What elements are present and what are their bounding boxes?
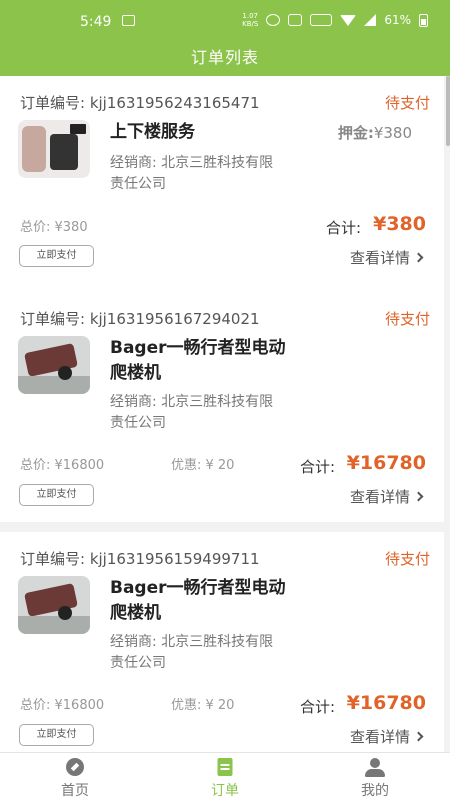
pay-now-button[interactable]: 立即支付	[19, 724, 94, 746]
dealer-line: 责任公司	[110, 176, 166, 192]
battery-percent: 61%	[384, 13, 411, 27]
product-name-line: Bager一畅行者型电动	[110, 578, 286, 598]
discount: 优惠: ¥ 20	[171, 458, 235, 473]
net-speed-value: 1.07	[242, 12, 259, 20]
user-icon	[365, 758, 385, 778]
status-icons: 1.07 KB/S 61%	[242, 12, 428, 28]
scrollbar[interactable]	[446, 76, 450, 146]
app-header: 5:49 1.07 KB/S 61% 订单列表	[0, 0, 450, 76]
dealer-line: 经销商: 北京三胜科技有限	[110, 394, 274, 410]
order-number: 订单编号: kjj1631956243165471	[20, 94, 260, 112]
nfc-icon	[288, 14, 303, 26]
dealer-line: 经销商: 北京三胜科技有限	[110, 155, 274, 171]
hd-icon	[310, 14, 333, 26]
product-name-line: Bager一畅行者型电动	[110, 338, 286, 358]
sum-label: 合计:	[300, 458, 336, 476]
view-details-label: 查看详情	[349, 488, 410, 506]
product-name: 上下楼服务	[110, 122, 195, 142]
sum-value: ¥16780	[346, 452, 426, 474]
order-card[interactable]: 订单编号: kjj1631956159499711 待支付 Bager一畅行者型…	[0, 532, 444, 752]
product-thumbnail[interactable]	[18, 336, 90, 394]
view-details-link[interactable]: 查看详情	[349, 247, 424, 268]
view-details-label: 查看详情	[349, 249, 410, 267]
sum-label: 合计:	[326, 219, 362, 237]
tab-home-label: 首页	[61, 783, 89, 799]
sum-label: 合计:	[300, 698, 336, 716]
tab-mine[interactable]: 我的	[300, 753, 450, 800]
pay-now-button[interactable]: 立即支付	[19, 245, 94, 267]
view-details-label: 查看详情	[349, 728, 410, 746]
dealer: 经销商: 北京三胜科技有限 责任公司	[110, 392, 330, 434]
dealer-line: 责任公司	[110, 655, 166, 671]
sum-value: ¥16780	[346, 692, 426, 714]
discount: 优惠: ¥ 20	[171, 698, 235, 713]
deposit-value: ¥380	[373, 124, 412, 142]
total-price: 总价: ¥16800	[20, 698, 105, 713]
alarm-icon	[266, 14, 281, 26]
tab-orders-label: 订单	[211, 783, 239, 799]
pay-now-button[interactable]: 立即支付	[19, 484, 94, 506]
order-card[interactable]: 订单编号: kjj1631956167294021 待支付 Bager一畅行者型…	[0, 292, 444, 522]
dealer-line: 责任公司	[110, 415, 166, 431]
order-list[interactable]: 订单编号: kjj1631956243165471 待支付 上下楼服务 押金:¥…	[0, 76, 450, 752]
product-thumbnail[interactable]	[18, 576, 90, 634]
wifi-icon	[340, 14, 357, 26]
order-number: 订单编号: kjj1631956159499711	[20, 550, 260, 568]
tab-home[interactable]: 首页	[0, 753, 150, 800]
total-price: 总价: ¥16800	[20, 458, 105, 473]
deposit: 押金:¥380	[338, 122, 412, 143]
bottom-tab-bar: 首页 订单 我的	[0, 752, 450, 800]
dealer: 经销商: 北京三胜科技有限 责任公司	[110, 632, 330, 674]
order-status: 待支付	[384, 94, 430, 112]
order-status: 待支付	[384, 550, 430, 568]
gallery-notification-icon	[122, 15, 135, 26]
product-name: Bager一畅行者型电动 爬楼机	[110, 336, 330, 386]
dealer-line: 经销商: 北京三胜科技有限	[110, 634, 274, 650]
total-price: 总价: ¥380	[20, 220, 88, 235]
view-details-link[interactable]: 查看详情	[349, 486, 424, 507]
chevron-right-icon	[413, 491, 424, 502]
order-status: 待支付	[384, 310, 430, 328]
status-time: 5:49	[80, 14, 112, 30]
compass-icon	[66, 758, 84, 776]
clipboard-icon	[217, 758, 233, 776]
page-title: 订单列表	[190, 48, 259, 67]
view-details-link[interactable]: 查看详情	[349, 726, 424, 747]
order-card[interactable]: 订单编号: kjj1631956243165471 待支付 上下楼服务 押金:¥…	[0, 76, 444, 302]
status-bar: 5:49 1.07 KB/S 61%	[0, 0, 450, 44]
deposit-label: 押金:	[337, 124, 374, 142]
chevron-right-icon	[413, 252, 424, 263]
product-name-line: 爬楼机	[110, 363, 161, 383]
battery-icon	[419, 13, 428, 27]
order-number: 订单编号: kjj1631956167294021	[20, 310, 260, 328]
product-name-line: 爬楼机	[110, 603, 161, 623]
product-name: Bager一畅行者型电动 爬楼机	[110, 576, 330, 626]
dealer: 经销商: 北京三胜科技有限 责任公司	[110, 153, 330, 195]
sum-value: ¥380	[373, 213, 426, 235]
tab-orders[interactable]: 订单	[150, 753, 300, 800]
chevron-right-icon	[413, 731, 424, 742]
signal-icon	[364, 14, 377, 26]
net-speed: 1.07 KB/S	[242, 12, 258, 28]
tab-mine-label: 我的	[361, 783, 389, 799]
product-thumbnail[interactable]	[18, 120, 90, 178]
net-speed-unit: KB/S	[242, 20, 259, 28]
